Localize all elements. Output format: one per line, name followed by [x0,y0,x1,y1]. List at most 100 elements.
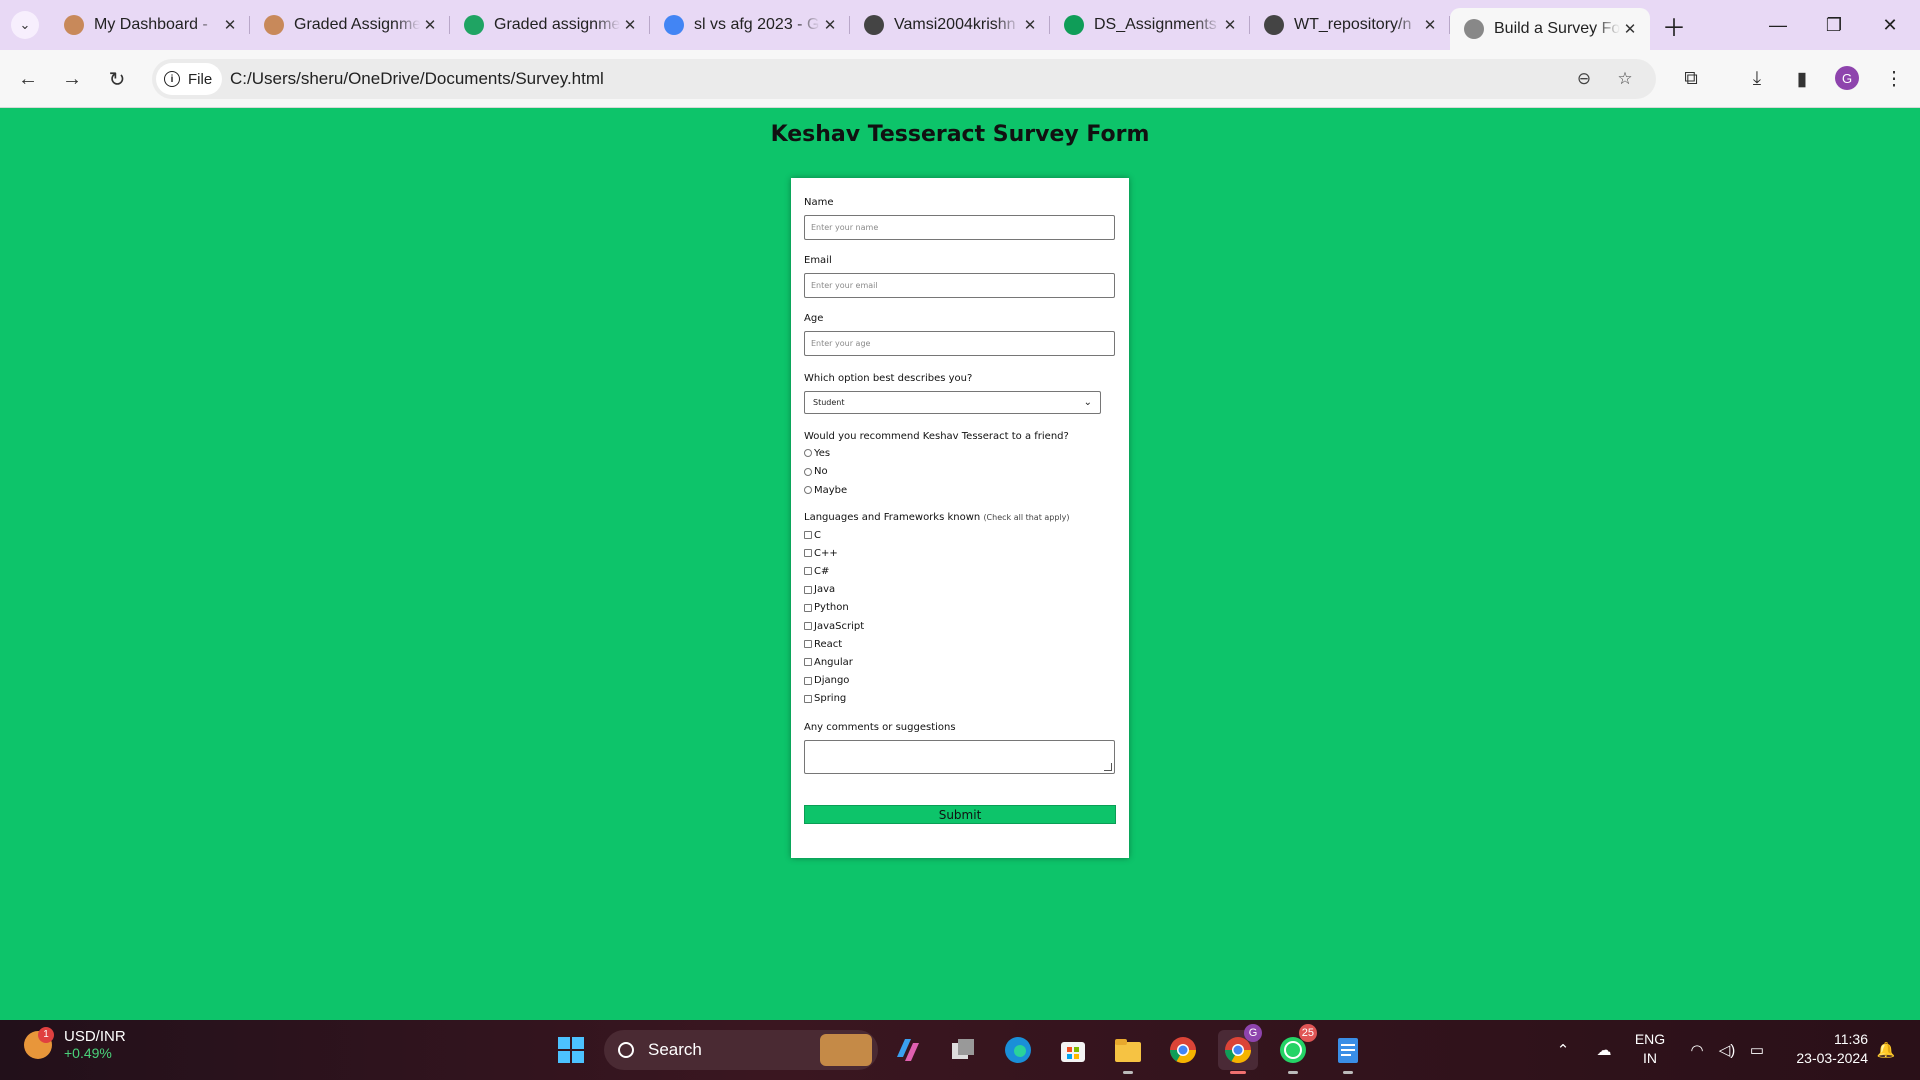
language-option[interactable]: Java [804,583,835,597]
radio-button[interactable] [804,486,812,494]
close-tab-icon[interactable]: ✕ [1420,15,1440,35]
zoom-icon[interactable]: ⊖ [1572,67,1596,91]
back-arrow-icon[interactable]: ← [12,63,44,95]
checkbox[interactable] [804,640,812,649]
taskbar-search[interactable]: Search [604,1030,878,1070]
reload-icon[interactable]: ↻ [101,63,133,95]
language-option[interactable]: Spring [804,692,846,706]
language-option[interactable]: Angular [804,655,853,669]
browser-tab[interactable]: sl vs afg 2023 - G ✕ [650,0,850,50]
edge-icon[interactable] [998,1030,1038,1070]
languages-hint: (Check all that apply) [983,513,1070,522]
tab-title: DS_Assignments [1094,16,1217,33]
restore-button[interactable]: ❐ [1806,0,1862,50]
age-input[interactable] [804,331,1115,356]
close-window-button[interactable]: ✕ [1862,0,1918,50]
name-label: Name [804,197,834,208]
languages-label: Languages and Frameworks known (Check al… [804,512,1070,523]
email-input[interactable] [804,273,1115,298]
checkbox[interactable] [804,658,812,667]
browser-tab[interactable]: Graded assignme ✕ [450,0,650,50]
language-indicator[interactable]: ENG IN [1630,1030,1670,1068]
submit-button[interactable]: Submit [804,805,1116,824]
name-input[interactable] [804,215,1115,240]
whatsapp-icon[interactable]: 25 [1273,1024,1317,1074]
radio-button[interactable] [804,467,812,476]
download-icon[interactable]: ⤓ [1741,63,1773,95]
chevron-down-icon: ⌄ [11,11,39,39]
tab-search-button[interactable]: ⌄ [0,0,50,50]
browser-tab[interactable]: Build a Survey Fo ✕ [1450,8,1650,50]
browser-tab[interactable]: My Dashboard - ✕ [50,0,250,50]
language-option[interactable]: C [804,528,821,542]
close-tab-icon[interactable]: ✕ [1020,15,1040,35]
onedrive-icon[interactable]: ☁ [1588,1020,1620,1080]
comments-textarea[interactable] [804,740,1115,774]
menu-dots-icon[interactable]: ⋮ [1878,63,1910,95]
chevron-up-icon[interactable]: ⌃ [1548,1020,1578,1080]
close-tab-icon[interactable]: ✕ [620,15,640,35]
close-tab-icon[interactable]: ✕ [420,15,440,35]
checkbox[interactable] [804,549,812,558]
language-option[interactable]: Django [804,674,849,688]
recommend-option[interactable]: Yes [804,446,830,460]
tab-title: Build a Survey Fo [1494,20,1620,37]
role-label: Which option best describes you? [804,373,973,384]
globe-icon [1464,19,1484,39]
language-option[interactable]: Python [804,601,849,615]
bookmark-star-icon[interactable]: ☆ [1613,67,1637,91]
task-view-icon[interactable] [943,1030,983,1070]
close-tab-icon[interactable]: ✕ [220,15,240,35]
profile-avatar[interactable]: G [1835,66,1859,90]
checkbox[interactable] [804,603,812,612]
url-text[interactable]: C:/Users/sheru/OneDrive/Documents/Survey… [230,69,604,89]
forward-arrow-icon[interactable]: → [56,63,88,95]
checkbox[interactable] [804,694,812,703]
resize-grip-icon[interactable] [1104,763,1112,771]
microsoft-store-icon[interactable] [1053,1030,1093,1070]
site-info-chip[interactable]: i File [156,63,223,95]
language-option[interactable]: C# [804,564,829,578]
browser-tab[interactable]: WT_repository/n ✕ [1250,0,1450,50]
browser-tab[interactable]: DS_Assignments ✕ [1050,0,1250,50]
minimize-button[interactable]: — [1750,0,1806,50]
notepad-icon[interactable] [1328,1030,1368,1074]
new-tab-button[interactable]: ＋ [1654,5,1694,45]
checkbox[interactable] [804,585,812,594]
checkbox[interactable] [804,567,812,576]
language-option[interactable]: JavaScript [804,619,864,633]
language-option[interactable]: C++ [804,546,838,560]
chrome-profile-icon[interactable]: G [1218,1024,1262,1074]
radio-button[interactable] [804,449,812,457]
github-icon [864,15,884,35]
address-bar[interactable]: i File C:/Users/sheru/OneDrive/Documents… [152,59,1656,99]
checkbox-label: C# [814,565,830,577]
close-tab-icon[interactable]: ✕ [820,15,840,35]
recommend-option[interactable]: Maybe [804,483,847,497]
extensions-icon[interactable]: ⧉ [1675,63,1707,95]
windows-start-icon[interactable] [551,1030,591,1070]
role-dropdown[interactable]: Student ⌄ [804,391,1101,414]
browser-tab[interactable]: Vamsi2004krishn ✕ [850,0,1050,50]
file-explorer-icon[interactable] [1108,1030,1148,1074]
checkbox[interactable] [804,676,812,685]
chrome-icon[interactable] [1163,1030,1203,1070]
checkbox[interactable] [804,531,812,539]
language-option[interactable]: React [804,637,842,651]
browser-tab[interactable]: Graded Assignme ✕ [250,0,450,50]
checkbox-label: JavaScript [814,620,865,632]
volume-icon[interactable]: ◁) [1713,1020,1741,1080]
close-tab-icon[interactable]: ✕ [1620,19,1640,39]
copilot-icon[interactable] [888,1030,928,1070]
battery-icon[interactable]: ▭ [1743,1020,1771,1080]
stock-widget[interactable]: 1 USD/INR +0.49% [24,1026,126,1061]
checkbox-label: Python [814,602,849,614]
checkbox[interactable] [804,622,812,630]
recommend-option[interactable]: No [804,465,828,479]
notification-bell-icon[interactable]: 🔔 [1872,1020,1900,1080]
clock[interactable]: 11:36 23-03-2024 [1786,1030,1868,1068]
wifi-icon[interactable]: ◠ [1683,1020,1711,1080]
close-tab-icon[interactable]: ✕ [1220,15,1240,35]
side-panel-icon[interactable]: ▮ [1786,63,1818,95]
checkbox-label: C++ [814,547,838,559]
